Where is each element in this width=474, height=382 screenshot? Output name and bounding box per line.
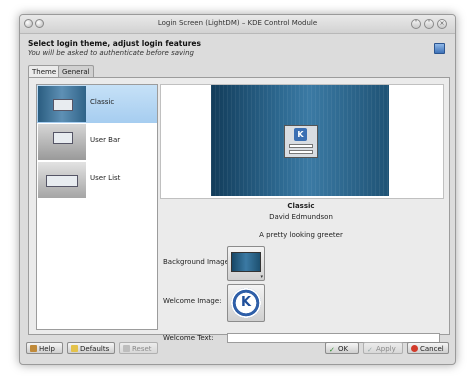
- module-title: Select login theme, adjust login feature…: [28, 39, 201, 48]
- window-title: Login Screen (LightDM) – KDE Control Mod…: [157, 19, 318, 27]
- theme-thumbnail: [38, 162, 86, 198]
- theme-author: David Edmundson: [269, 213, 333, 221]
- close-button[interactable]: ×: [437, 19, 447, 29]
- background-thumbnail: [231, 252, 261, 272]
- maximize-button[interactable]: ˄: [424, 19, 434, 29]
- theme-thumbnail: [38, 86, 86, 122]
- theme-panel: Classic User Bar User List K Classic Dav…: [28, 77, 450, 343]
- defaults-icon: [71, 345, 78, 352]
- ok-button[interactable]: ✓ OK: [325, 342, 359, 354]
- theme-item-label: User Bar: [90, 136, 121, 144]
- theme-item-label: Classic: [90, 98, 115, 106]
- theme-item-label: User List: [90, 174, 121, 182]
- welcome-image-label: Welcome Image:: [163, 297, 222, 305]
- kde-gear-icon: K: [231, 288, 261, 318]
- theme-item-classic[interactable]: Classic: [37, 85, 157, 123]
- welcome-text-label: Welcome Text:: [163, 334, 214, 342]
- theme-item-user-bar[interactable]: User Bar: [37, 123, 157, 161]
- module-header: Select login theme, adjust login feature…: [28, 39, 201, 57]
- reset-icon: [123, 345, 130, 352]
- cancel-button[interactable]: Cancel: [407, 342, 449, 354]
- title-bar[interactable]: Login Screen (LightDM) – KDE Control Mod…: [20, 15, 455, 34]
- theme-description: A pretty looking greeter: [259, 231, 343, 239]
- welcome-image-button[interactable]: K: [227, 284, 265, 322]
- apply-button[interactable]: ✓ Apply: [363, 342, 403, 354]
- kde-logo-icon: K: [294, 128, 307, 141]
- theme-preview: K: [160, 84, 444, 199]
- background-image-button[interactable]: ▾: [227, 246, 265, 281]
- minimize-button[interactable]: ˅: [411, 19, 421, 29]
- reset-button[interactable]: Reset: [119, 342, 158, 354]
- help-button[interactable]: Help: [26, 342, 63, 354]
- theme-list[interactable]: Classic User Bar User List: [36, 84, 158, 330]
- chevron-down-icon: ▾: [260, 274, 263, 280]
- button-bar: Help Defaults Reset ✓ OK ✓ Apply Cancel: [26, 342, 451, 355]
- apply-icon: ✓: [367, 346, 373, 354]
- theme-thumbnail: [38, 124, 86, 160]
- checkmark-icon: ✓: [329, 346, 335, 354]
- cancel-icon: [411, 345, 418, 352]
- defaults-button[interactable]: Defaults: [67, 342, 115, 354]
- background-image-label: Background Image:: [163, 258, 232, 266]
- theme-name: Classic: [287, 202, 315, 210]
- module-subtitle: You will be asked to authenticate before…: [28, 49, 194, 57]
- kde-control-window: Login Screen (LightDM) – KDE Control Mod…: [19, 14, 456, 365]
- theme-item-user-list[interactable]: User List: [37, 161, 157, 199]
- preview-image: K: [211, 85, 389, 196]
- preview-login-box: K: [284, 125, 318, 158]
- whats-this-icon[interactable]: [434, 43, 445, 54]
- help-icon: [30, 345, 37, 352]
